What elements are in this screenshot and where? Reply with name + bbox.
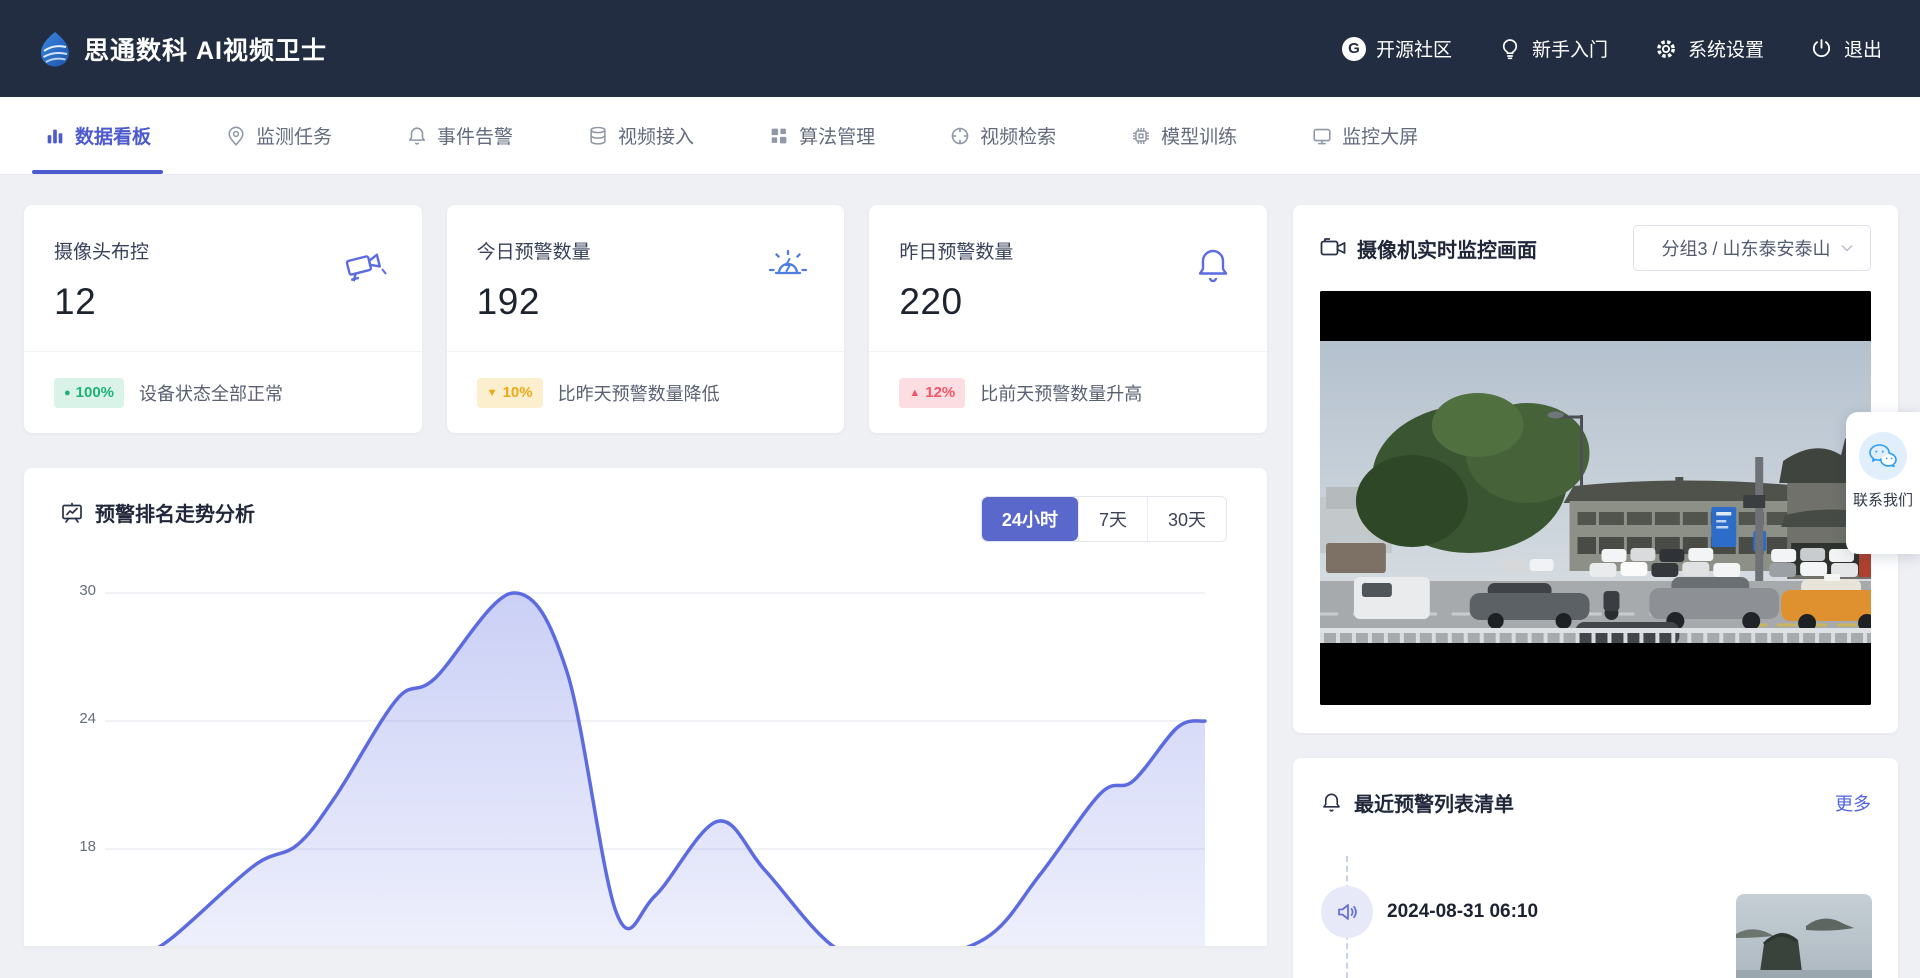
bell-icon: [1320, 791, 1343, 814]
stat-card-alerts-yesterday: 昨日预警数量 220 ▲ 12% 比前天预警数量升高: [869, 205, 1267, 433]
arrow-down-icon: ▼: [487, 387, 498, 399]
video-camera-icon: [342, 245, 388, 285]
dot-icon: ●: [64, 387, 71, 399]
stat-card-alerts-today: 今日预警数量 192 ▼ 10% 比昨天预警数量降低: [447, 205, 845, 433]
range-7d-button[interactable]: 7天: [1078, 497, 1147, 541]
wechat-icon: [1859, 432, 1907, 480]
camera-panel-header: 摄像机实时监控画面 分组3 / 山东泰安泰山: [1320, 205, 1871, 291]
trend-up-badge: ▲ 12%: [899, 378, 965, 408]
stat-desc: 设备状态全部正常: [139, 380, 283, 406]
siren-icon: [766, 245, 810, 287]
status-badge: ● 100%: [54, 378, 124, 408]
y-axis-tick: 24: [52, 710, 96, 727]
y-axis-tick: 18: [52, 838, 96, 855]
range-30d-button[interactable]: 30天: [1147, 497, 1226, 541]
nav-system-settings[interactable]: 系统设置: [1654, 35, 1764, 62]
stat-desc: 比昨天预警数量降低: [558, 380, 720, 406]
trend-panel-title: 预警排名走势分析: [60, 498, 255, 527]
camera-group-value: 分组3 / 山东泰安泰山: [1654, 235, 1838, 261]
chevron-down-icon: [1838, 239, 1856, 257]
alert-list-item[interactable]: 2024-08-31 06:10: [1293, 886, 1898, 978]
app-title: 思通数科 AI视频卫士: [84, 31, 327, 67]
bulb-icon: [1498, 37, 1522, 61]
nav-open-source-community[interactable]: G 开源社区: [1342, 35, 1452, 62]
grid-icon: [768, 125, 790, 147]
stat-desc: 比前天预警数量升高: [980, 380, 1142, 406]
alert-thumbnail[interactable]: [1736, 894, 1872, 978]
gear-icon: [1654, 37, 1678, 61]
tab-event-alerts[interactable]: 事件告警: [406, 97, 513, 174]
stat-footer: ● 100% 设备状态全部正常: [54, 352, 402, 433]
navbar-menu: G 开源社区 新手入门 系统设置: [1342, 35, 1882, 62]
alert-timestamp: 2024-08-31 06:10: [1387, 901, 1538, 923]
tab-video-search[interactable]: 视频检索: [949, 97, 1056, 174]
y-axis-tick: 30: [52, 582, 96, 599]
more-link[interactable]: 更多: [1835, 790, 1871, 816]
presentation-chart-icon: [60, 501, 84, 525]
main-tabbar: 数据看板 监测任务 事件告警 视频接入 算: [0, 97, 1920, 175]
trend-down-badge: ▼ 10%: [477, 378, 543, 408]
stat-title: 昨日预警数量: [899, 237, 1013, 264]
camera-panel-title: 摄像机实时监控画面: [1320, 234, 1537, 263]
alerts-panel-header: 最近预警列表清单 更多: [1320, 788, 1871, 817]
video-camera-icon: [1320, 237, 1346, 259]
power-icon: [1810, 37, 1834, 61]
recent-alerts-panel: 最近预警列表清单 更多 2024-08-31 06:10: [1293, 758, 1898, 978]
tab-monitor-tasks[interactable]: 监测任务: [225, 97, 332, 174]
chip-icon: [1130, 125, 1152, 147]
range-segmented-control: 24小时 7天 30天: [981, 496, 1227, 542]
target-icon: [949, 125, 971, 147]
stat-footer: ▲ 12% 比前天预警数量升高: [899, 352, 1247, 433]
range-24h-button[interactable]: 24小时: [982, 497, 1078, 541]
stat-title: 摄像头布控: [54, 237, 149, 264]
stat-value: 220: [899, 281, 962, 323]
stats-row: 摄像头布控 12 ● 100% 设备状态全部正常 今日预警数量 192: [24, 205, 1267, 433]
stat-footer: ▼ 10% 比昨天预警数量降低: [477, 352, 825, 433]
stat-value: 12: [54, 281, 96, 323]
monitor-icon: [1311, 125, 1333, 147]
bar-chart-icon: [44, 125, 66, 147]
gitee-icon: G: [1342, 37, 1366, 61]
contact-us-widget[interactable]: 联系我们: [1846, 412, 1920, 554]
location-pin-icon: [225, 125, 247, 147]
camera-group-select[interactable]: 分组3 / 山东泰安泰山: [1633, 225, 1871, 271]
tab-algorithm-mgmt[interactable]: 算法管理: [768, 97, 875, 174]
stat-title: 今日预警数量: [477, 237, 591, 264]
database-icon: [587, 125, 609, 147]
top-navbar: 思通数科 AI视频卫士 G 开源社区 新手入门 系统设置: [0, 0, 1920, 97]
live-video-player[interactable]: [1320, 291, 1871, 705]
nav-logout[interactable]: 退出: [1810, 35, 1882, 62]
bell-icon: [406, 125, 428, 147]
stat-card-cameras: 摄像头布控 12 ● 100% 设备状态全部正常: [24, 205, 422, 433]
tab-dashboard[interactable]: 数据看板: [44, 97, 151, 174]
tab-model-training[interactable]: 模型训练: [1130, 97, 1237, 174]
live-video-frame: [1320, 291, 1871, 705]
brand-logo-icon: [40, 31, 70, 67]
brand[interactable]: 思通数科 AI视频卫士: [40, 31, 327, 67]
alerts-panel-title: 最近预警列表清单: [1320, 788, 1514, 817]
tab-video-access[interactable]: 视频接入: [587, 97, 694, 174]
contact-us-label: 联系我们: [1851, 492, 1915, 510]
nav-beginner-guide[interactable]: 新手入门: [1498, 35, 1608, 62]
speaker-icon: [1321, 886, 1373, 938]
arrow-up-icon: ▲: [909, 387, 920, 399]
tab-monitor-wall[interactable]: 监控大屏: [1311, 97, 1418, 174]
trend-analysis-panel: 30 24 18 预警排名走势分析 24小时 7天 30天: [24, 468, 1267, 946]
stat-value: 192: [477, 281, 540, 323]
camera-panel: 摄像机实时监控画面 分组3 / 山东泰安泰山: [1293, 205, 1898, 733]
bell-icon: [1193, 245, 1233, 287]
